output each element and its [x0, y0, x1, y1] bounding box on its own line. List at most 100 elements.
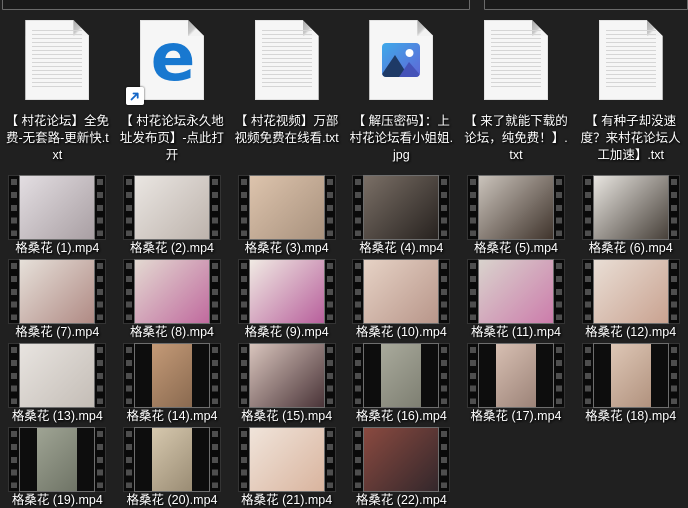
video-filmstrip-icon — [583, 260, 679, 323]
video-filmstrip-icon — [468, 176, 564, 239]
video-filmstrip-icon — [124, 260, 220, 323]
file-item[interactable]: 【 有种子却没速度？来村花论坛人工加速】.txt — [573, 8, 688, 172]
video-thumbnail-center — [37, 428, 77, 491]
file-name-label: 【 村花视频】万部视频免费在线看.txt — [234, 113, 340, 147]
video-name-label: 格桑花 (11).mp4 — [460, 324, 572, 340]
video-filmstrip-icon — [239, 176, 335, 239]
svg-text:e: e — [151, 20, 196, 96]
video-item[interactable]: 格桑花 (19).mp4 — [0, 424, 115, 508]
video-name-label: 格桑花 (18).mp4 — [575, 408, 687, 424]
text-lines — [491, 30, 541, 89]
video-name-label: 格桑花 (7).mp4 — [1, 324, 113, 340]
text-document-icon — [484, 20, 548, 100]
video-item[interactable]: 格桑花 (9).mp4 — [229, 256, 344, 340]
video-item[interactable]: 格桑花 (1).mp4 — [0, 172, 115, 256]
video-name-label: 格桑花 (13).mp4 — [1, 408, 113, 424]
video-item[interactable]: 格桑花 (3).mp4 — [229, 172, 344, 256]
video-name-label: 格桑花 (21).mp4 — [231, 492, 343, 508]
video-thumbnail — [135, 176, 209, 239]
video-name-label: 格桑花 (22).mp4 — [345, 492, 457, 508]
page-fold-corner — [417, 20, 433, 36]
video-thumbnail — [594, 260, 668, 323]
video-thumbnail — [20, 176, 94, 239]
video-item[interactable]: 格桑花 (18).mp4 — [573, 340, 688, 424]
video-filmstrip-icon — [239, 344, 335, 407]
video-name-label: 格桑花 (20).mp4 — [116, 492, 228, 508]
video-item[interactable]: 格桑花 (7).mp4 — [0, 256, 115, 340]
video-thumbnail-center — [611, 344, 651, 407]
video-filmstrip-icon — [9, 260, 105, 323]
video-item[interactable]: 格桑花 (11).mp4 — [459, 256, 574, 340]
text-lines — [262, 30, 312, 89]
video-thumbnail-center — [496, 344, 536, 407]
file-name-label: 【 有种子却没速度？来村花论坛人工加速】.txt — [578, 113, 684, 164]
video-thumbnail — [594, 176, 668, 239]
video-thumbnail — [364, 428, 438, 491]
video-filmstrip-icon — [9, 344, 105, 407]
file-name-label: 【 解压密码】：上村花论坛看小姐姐.jpg — [348, 113, 454, 164]
text-document-icon — [25, 20, 89, 100]
file-item[interactable]: e 【 村花论坛永久地址发布页】-点此打开 — [115, 8, 230, 172]
video-thumbnail — [364, 260, 438, 323]
file-item[interactable]: 【 来了就能下载的论坛，纯免费！】.txt — [459, 8, 574, 172]
file-item[interactable]: 【 村花视频】万部视频免费在线看.txt — [229, 8, 344, 172]
video-item[interactable]: 格桑花 (10).mp4 — [344, 256, 459, 340]
video-thumbnail — [364, 176, 438, 239]
video-item[interactable]: 格桑花 (15).mp4 — [229, 340, 344, 424]
video-name-label: 格桑花 (9).mp4 — [231, 324, 343, 340]
video-name-label: 格桑花 (6).mp4 — [575, 240, 687, 256]
video-item[interactable]: 格桑花 (16).mp4 — [344, 340, 459, 424]
video-filmstrip-icon — [583, 344, 679, 407]
file-item[interactable]: 【 村花论坛】全免费-无套路-更新快.txt — [0, 8, 115, 172]
video-filmstrip-icon — [124, 428, 220, 491]
image-file-icon — [369, 20, 433, 100]
video-name-label: 格桑花 (8).mp4 — [116, 324, 228, 340]
video-filmstrip-icon — [9, 176, 105, 239]
video-filmstrip-icon — [353, 176, 449, 239]
edge-browser-icon: e — [140, 20, 204, 100]
video-thumbnail — [20, 344, 94, 407]
video-name-label: 格桑花 (5).mp4 — [460, 240, 572, 256]
video-item[interactable]: 格桑花 (21).mp4 — [229, 424, 344, 508]
video-item[interactable]: 格桑花 (5).mp4 — [459, 172, 574, 256]
video-name-label: 格桑花 (14).mp4 — [116, 408, 228, 424]
video-thumbnail — [250, 260, 324, 323]
video-name-label: 格桑花 (19).mp4 — [1, 492, 113, 508]
video-thumbnail — [594, 344, 668, 407]
video-thumbnail — [479, 176, 553, 239]
video-filmstrip-icon — [353, 428, 449, 491]
video-item[interactable]: 格桑花 (6).mp4 — [573, 172, 688, 256]
video-item[interactable]: 格桑花 (2).mp4 — [115, 172, 230, 256]
video-item[interactable]: 格桑花 (8).mp4 — [115, 256, 230, 340]
video-item[interactable]: 格桑花 (13).mp4 — [0, 340, 115, 424]
video-filmstrip-icon — [468, 260, 564, 323]
video-filmstrip-icon — [468, 344, 564, 407]
video-item[interactable]: 格桑花 (14).mp4 — [115, 340, 230, 424]
shortcut-arrow-icon — [126, 87, 144, 105]
video-name-label: 格桑花 (2).mp4 — [116, 240, 228, 256]
video-item[interactable]: 格桑花 (17).mp4 — [459, 340, 574, 424]
video-thumbnail — [250, 176, 324, 239]
video-thumbnail — [250, 428, 324, 491]
video-item[interactable]: 格桑花 (12).mp4 — [573, 256, 688, 340]
file-item[interactable]: 【 解压密码】：上村花论坛看小姐姐.jpg — [344, 8, 459, 172]
video-thumbnail — [479, 260, 553, 323]
video-item[interactable]: 格桑花 (22).mp4 — [344, 424, 459, 508]
text-lines — [606, 30, 656, 89]
video-name-label: 格桑花 (10).mp4 — [345, 324, 457, 340]
video-name-label: 格桑花 (15).mp4 — [231, 408, 343, 424]
video-item[interactable]: 格桑花 (20).mp4 — [115, 424, 230, 508]
video-filmstrip-icon — [583, 176, 679, 239]
video-name-label: 格桑花 (12).mp4 — [575, 324, 687, 340]
video-name-label: 格桑花 (1).mp4 — [1, 240, 113, 256]
video-name-label: 格桑花 (16).mp4 — [345, 408, 457, 424]
file-name-label: 【 村花论坛永久地址发布页】-点此打开 — [119, 113, 225, 164]
text-document-icon — [599, 20, 663, 100]
text-document-icon — [255, 20, 319, 100]
video-name-label: 格桑花 (4).mp4 — [345, 240, 457, 256]
video-item[interactable]: 格桑花 (4).mp4 — [344, 172, 459, 256]
photo-glyph-icon — [382, 43, 420, 82]
video-filmstrip-icon — [124, 176, 220, 239]
video-thumbnail — [20, 260, 94, 323]
video-thumbnail — [479, 344, 553, 407]
